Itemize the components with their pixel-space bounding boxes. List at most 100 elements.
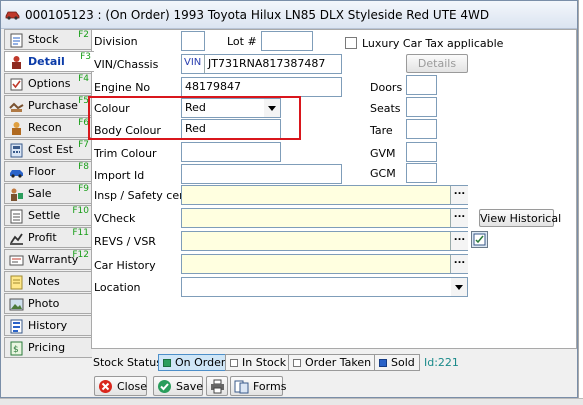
engine-field[interactable]: 48179847 bbox=[181, 77, 342, 97]
insp-safety-label: Insp / Safety cert bbox=[94, 189, 188, 202]
doors-label: Doors bbox=[370, 81, 403, 94]
lot-field[interactable] bbox=[261, 31, 313, 51]
photo-icon bbox=[9, 298, 24, 311]
tab-label: Settle bbox=[28, 209, 61, 222]
insp-safety-field[interactable] bbox=[181, 185, 468, 205]
tab-pricing[interactable]: $ Pricing bbox=[4, 337, 92, 358]
tab-shortcut: F2 bbox=[78, 30, 89, 40]
gcm-label: GCM bbox=[370, 167, 396, 180]
revs-vsr-label: REVS / VSR bbox=[94, 235, 156, 248]
luxury-tax-checkbox[interactable] bbox=[345, 37, 357, 49]
window-title: 000105123 : (On Order) 1993 Toyota Hilux… bbox=[25, 8, 490, 22]
tab-shortcut: F4 bbox=[78, 74, 89, 84]
save-button[interactable]: Save bbox=[153, 376, 203, 396]
tab-recon[interactable]: Recon F6 bbox=[4, 117, 92, 138]
print-button[interactable] bbox=[206, 376, 228, 396]
forms-icon bbox=[234, 380, 249, 394]
tab-sale[interactable]: Sale F9 bbox=[4, 183, 92, 204]
tab-purchase[interactable]: Purchase F5 bbox=[4, 95, 92, 116]
tab-shortcut: F7 bbox=[78, 140, 89, 150]
lot-label: Lot # bbox=[227, 35, 257, 48]
stock-detail-window: 000105123 : (On Order) 1993 Toyota Hilux… bbox=[0, 0, 578, 398]
location-select[interactable] bbox=[181, 277, 468, 297]
details-button[interactable]: Details bbox=[406, 54, 468, 73]
tab-floor[interactable]: Floor F8 bbox=[4, 161, 92, 182]
status-option-label: Sold bbox=[391, 356, 415, 369]
status-sold[interactable]: Sold bbox=[374, 354, 420, 371]
tab-cost-est[interactable]: Cost Est F7 bbox=[4, 139, 92, 160]
revs-vsr-lookup-button[interactable]: ... bbox=[450, 232, 468, 250]
engine-label: Engine No bbox=[94, 81, 151, 94]
import-id-label: Import Id bbox=[94, 169, 145, 182]
warranty-icon bbox=[9, 255, 24, 266]
stock-icon bbox=[10, 33, 23, 48]
tab-settle[interactable]: Settle F10 bbox=[4, 205, 92, 226]
status-order-taken[interactable]: Order Taken bbox=[288, 354, 377, 371]
tab-warranty[interactable]: Warranty F12 bbox=[4, 249, 92, 270]
seats-field[interactable] bbox=[406, 97, 437, 117]
vin-field[interactable]: VIN JT731RNA817387487 bbox=[181, 54, 342, 74]
location-dropdown-arrow[interactable] bbox=[451, 278, 467, 296]
tab-detail[interactable]: Detail F3 bbox=[4, 51, 94, 72]
recon-icon bbox=[12, 122, 21, 135]
background-window-edge bbox=[578, 0, 583, 405]
tab-label: Stock bbox=[28, 33, 59, 46]
tab-label: Detail bbox=[28, 55, 65, 68]
printer-icon bbox=[211, 379, 224, 394]
division-field[interactable] bbox=[181, 31, 205, 51]
tab-stock[interactable]: Stock F2 bbox=[4, 29, 92, 50]
car-history-label: Car History bbox=[94, 259, 156, 272]
stock-id: Id:221 bbox=[424, 356, 459, 369]
trim-colour-field[interactable] bbox=[181, 142, 281, 162]
tab-label: Warranty bbox=[28, 253, 79, 266]
tab-label: Options bbox=[28, 77, 71, 90]
purchase-icon bbox=[9, 102, 24, 112]
tab-profit[interactable]: Profit F11 bbox=[4, 227, 92, 248]
tab-shortcut: F11 bbox=[72, 228, 89, 238]
stock-status-label: Stock Status bbox=[93, 356, 162, 369]
vin-label: VIN/Chassis bbox=[94, 58, 159, 71]
forms-button[interactable]: Forms bbox=[230, 376, 287, 396]
insp-safety-lookup-button[interactable]: ... bbox=[450, 186, 468, 204]
status-on-order[interactable]: On Order bbox=[158, 354, 231, 371]
tab-label: Purchase bbox=[28, 99, 78, 112]
close-button[interactable]: Close bbox=[94, 376, 147, 396]
highlight-box bbox=[88, 96, 301, 140]
vcheck-lookup-button[interactable]: ... bbox=[450, 209, 468, 227]
gcm-field[interactable] bbox=[406, 163, 437, 183]
tare-field[interactable] bbox=[406, 119, 437, 139]
background-list-strip bbox=[0, 398, 583, 405]
history-icon bbox=[10, 319, 23, 334]
doors-field[interactable] bbox=[406, 75, 437, 95]
revs-check-button[interactable] bbox=[471, 231, 488, 248]
import-id-field[interactable] bbox=[181, 164, 342, 184]
location-label: Location bbox=[94, 281, 141, 294]
detail-icon bbox=[12, 56, 21, 69]
forms-label: Forms bbox=[253, 380, 287, 393]
trim-colour-label: Trim Colour bbox=[94, 147, 157, 160]
status-option-label: In Stock bbox=[242, 356, 287, 369]
pricing-icon: $ bbox=[10, 341, 23, 356]
car-icon bbox=[5, 11, 20, 20]
gvm-label: GVM bbox=[370, 147, 396, 160]
revs-vsr-field[interactable] bbox=[181, 231, 468, 251]
view-historical-button[interactable]: View Historical bbox=[479, 209, 561, 227]
options-icon bbox=[10, 78, 23, 91]
car-history-field[interactable] bbox=[181, 254, 468, 274]
car-history-lookup-button[interactable]: ... bbox=[450, 255, 468, 273]
cost-est-icon bbox=[10, 143, 23, 158]
sale-icon bbox=[11, 188, 23, 201]
tab-label: Photo bbox=[28, 297, 60, 310]
tab-history[interactable]: History bbox=[4, 315, 92, 336]
gvm-field[interactable] bbox=[406, 142, 437, 162]
tare-label: Tare bbox=[370, 124, 393, 137]
tab-photo[interactable]: Photo bbox=[4, 293, 92, 314]
tab-options[interactable]: Options F4 bbox=[4, 73, 92, 94]
vcheck-field[interactable] bbox=[181, 208, 468, 228]
tab-label: Floor bbox=[28, 165, 56, 178]
tab-notes[interactable]: Notes bbox=[4, 271, 92, 292]
status-in-stock[interactable]: In Stock bbox=[225, 354, 292, 371]
close-label: Close bbox=[117, 380, 147, 393]
luxury-tax-label: Luxury Car Tax applicable bbox=[362, 37, 504, 50]
status-option-label: Order Taken bbox=[305, 356, 372, 369]
